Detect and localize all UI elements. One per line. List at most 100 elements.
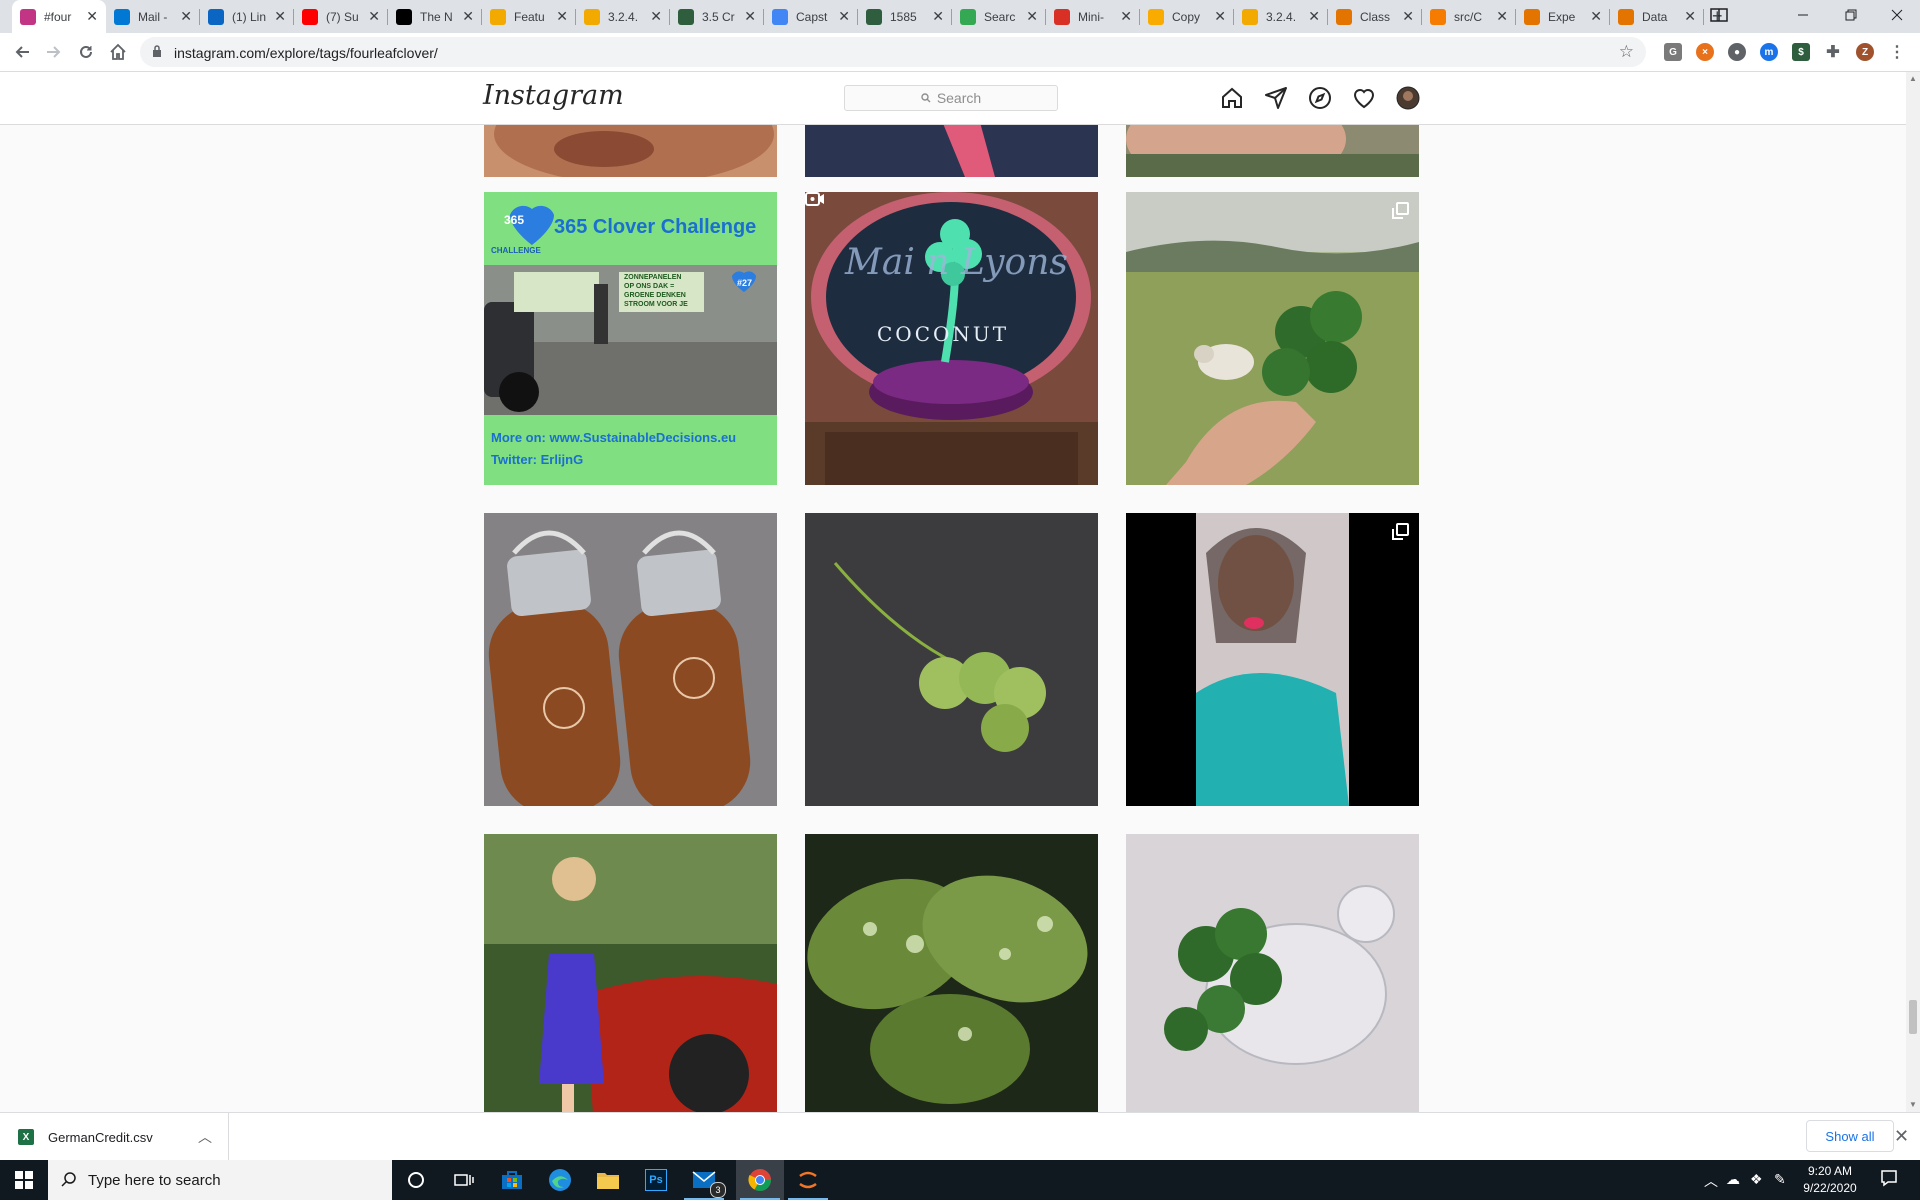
restore-button[interactable]: [1828, 0, 1874, 30]
browser-tab[interactable]: Mini- ✕: [1046, 0, 1140, 33]
tab-close-icon[interactable]: ✕: [180, 8, 192, 25]
tab-close-icon[interactable]: ✕: [368, 8, 380, 25]
browser-tab[interactable]: 3.2.4. ✕: [1234, 0, 1328, 33]
tab-close-icon[interactable]: ✕: [1026, 8, 1038, 25]
download-item[interactable]: X GermanCredit.csv ︿: [0, 1113, 229, 1161]
jupyter-icon[interactable]: [784, 1160, 832, 1200]
page-scrollbar[interactable]: ▲ ▼: [1906, 72, 1920, 1112]
browser-tab[interactable]: Searc ✕: [952, 0, 1046, 33]
instagram-logo[interactable]: Instagram: [483, 80, 624, 111]
edge-browser-icon[interactable]: [536, 1160, 584, 1200]
browser-tab[interactable]: 3.2.4. ✕: [576, 0, 670, 33]
browser-tab[interactable]: The N ✕: [388, 0, 482, 33]
cortana-icon[interactable]: [392, 1160, 440, 1200]
browser-tab[interactable]: #four ✕: [12, 0, 106, 33]
post-tile-glass-bird[interactable]: [1126, 834, 1419, 1112]
tab-close-icon[interactable]: ✕: [1214, 8, 1226, 25]
browser-tab[interactable]: 3.5 Cr ✕: [670, 0, 764, 33]
task-view-icon[interactable]: [440, 1160, 488, 1200]
post-tile-coconut[interactable]: Mai n Lyons COCONUT: [805, 192, 1098, 485]
browser-tab[interactable]: Data ✕: [1610, 0, 1704, 33]
post-tile-selfie[interactable]: [1126, 513, 1419, 806]
close-download-bar-icon[interactable]: ✕: [1894, 1126, 1909, 1147]
tab-close-icon[interactable]: ✕: [462, 8, 474, 25]
tab-close-icon[interactable]: ✕: [86, 8, 98, 25]
tab-favicon-icon: [114, 8, 130, 25]
address-bar[interactable]: instagram.com/explore/tags/fourleafclove…: [140, 37, 1646, 67]
extension-blue-icon[interactable]: m: [1760, 43, 1778, 61]
solar-sign-text: GROENE DENKEN: [624, 292, 686, 299]
reload-button[interactable]: [72, 38, 100, 66]
onedrive-icon[interactable]: ☁: [1726, 1171, 1740, 1188]
mail-app-icon[interactable]: 3: [680, 1160, 728, 1200]
home-button[interactable]: [104, 38, 132, 66]
tab-close-icon[interactable]: ✕: [274, 8, 286, 25]
show-all-button[interactable]: Show all: [1806, 1120, 1894, 1152]
browser-tab[interactable]: Copy ✕: [1140, 0, 1234, 33]
profile-avatar-icon[interactable]: [1396, 86, 1420, 110]
browser-tab[interactable]: Capst ✕: [764, 0, 858, 33]
tab-close-icon[interactable]: ✕: [1402, 8, 1414, 25]
back-button[interactable]: [8, 38, 36, 66]
chrome-menu-icon[interactable]: ⋮: [1888, 43, 1906, 61]
profile-avatar[interactable]: Z: [1856, 43, 1874, 61]
browser-tab[interactable]: src/C ✕: [1422, 0, 1516, 33]
forward-button[interactable]: [40, 38, 68, 66]
extension-x-icon[interactable]: ×: [1696, 43, 1714, 61]
dropbox-icon[interactable]: ❖: [1750, 1171, 1763, 1188]
photoshop-icon[interactable]: Ps: [632, 1160, 680, 1200]
post-tile-clover-hand[interactable]: [1126, 192, 1419, 485]
home-icon[interactable]: [1220, 86, 1244, 110]
post-tile-pressed-clover[interactable]: [805, 513, 1098, 806]
browser-tab[interactable]: (1) Lin ✕: [200, 0, 294, 33]
activity-heart-icon[interactable]: [1352, 86, 1376, 110]
tab-close-icon[interactable]: ✕: [1496, 8, 1508, 25]
post-tile-clover-challenge[interactable]: 365 CHALLENGE 365 Clover Challenge ZONNE…: [484, 192, 777, 485]
post-tile-bottles[interactable]: [484, 513, 777, 806]
taskbar-search-box[interactable]: Type here to search: [48, 1160, 392, 1200]
post-tile-red-car[interactable]: [484, 834, 777, 1112]
tab-close-icon[interactable]: ✕: [1684, 8, 1696, 25]
extensions-puzzle-icon[interactable]: ✚: [1824, 43, 1842, 61]
extension-green-icon[interactable]: $: [1792, 43, 1810, 61]
browser-tab[interactable]: (7) Su ✕: [294, 0, 388, 33]
scrollbar-thumb[interactable]: [1909, 1000, 1917, 1034]
scroll-down-arrow-icon[interactable]: ▼: [1909, 1100, 1917, 1109]
action-center-icon[interactable]: [1880, 1169, 1898, 1190]
file-explorer-icon[interactable]: [584, 1160, 632, 1200]
browser-tab[interactable]: Expe ✕: [1516, 0, 1610, 33]
download-filename[interactable]: GermanCredit.csv: [48, 1130, 153, 1145]
pen-icon[interactable]: ✎: [1774, 1171, 1786, 1188]
show-hidden-icons-icon[interactable]: ︿: [1704, 1171, 1718, 1191]
chrome-taskbar-icon[interactable]: [736, 1160, 784, 1200]
minimize-button[interactable]: [1780, 0, 1826, 30]
tab-close-icon[interactable]: ✕: [838, 8, 850, 25]
browser-tab[interactable]: Class ✕: [1328, 0, 1422, 33]
tab-close-icon[interactable]: ✕: [556, 8, 568, 25]
clock[interactable]: 9:20 AM 9/22/2020: [1794, 1163, 1866, 1197]
extension-circle-icon[interactable]: ●: [1728, 43, 1746, 61]
instagram-search-input[interactable]: Search: [844, 85, 1058, 111]
tab-close-icon[interactable]: ✕: [1308, 8, 1320, 25]
explore-compass-icon[interactable]: [1308, 86, 1332, 110]
browser-tab[interactable]: Mail - ✕: [106, 0, 200, 33]
scroll-up-arrow-icon[interactable]: ▲: [1909, 74, 1917, 83]
tab-close-icon[interactable]: ✕: [744, 8, 756, 25]
tab-close-icon[interactable]: ✕: [932, 8, 944, 25]
browser-tab[interactable]: 1585 ✕: [858, 0, 952, 33]
extension-g-icon[interactable]: G: [1664, 43, 1682, 61]
search-tabs-icon[interactable]: [1696, 0, 1742, 30]
mail-badge: 3: [710, 1182, 726, 1198]
start-button[interactable]: [0, 1160, 48, 1200]
bookmark-star-icon[interactable]: ☆: [1619, 42, 1634, 62]
close-window-button[interactable]: [1874, 0, 1920, 30]
direct-message-icon[interactable]: [1264, 86, 1288, 110]
chevron-up-icon[interactable]: ︿: [198, 1127, 212, 1147]
post-tile-dewdrops[interactable]: [805, 834, 1098, 1112]
tab-close-icon[interactable]: ✕: [1590, 8, 1602, 25]
tab-close-icon[interactable]: ✕: [650, 8, 662, 25]
tab-close-icon[interactable]: ✕: [1120, 8, 1132, 25]
microsoft-store-icon[interactable]: [488, 1160, 536, 1200]
browser-tab[interactable]: Featu ✕: [482, 0, 576, 33]
url-text[interactable]: instagram.com/explore/tags/fourleafclove…: [174, 45, 438, 61]
